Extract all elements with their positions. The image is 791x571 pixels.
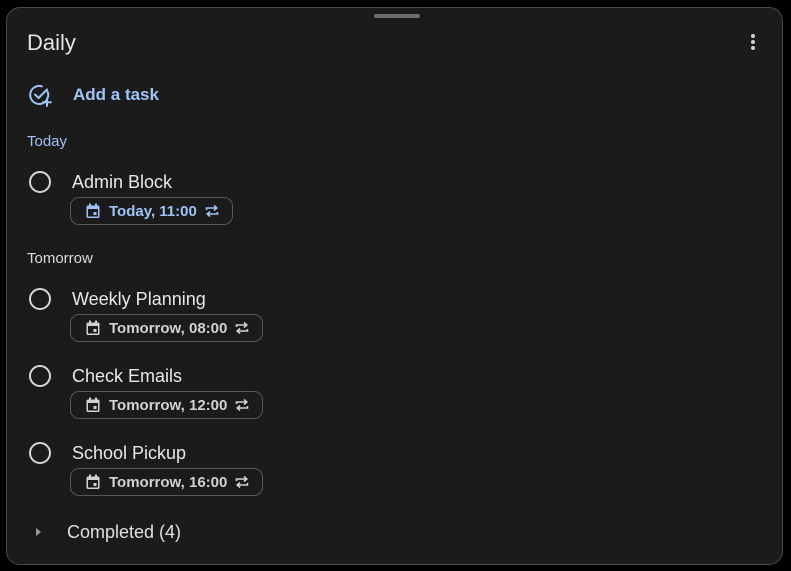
task-complete-checkbox[interactable] (29, 288, 51, 310)
due-date-label: Tomorrow, 08:00 (109, 319, 228, 337)
task-complete-checkbox[interactable] (29, 171, 51, 193)
add-task-button[interactable]: Add a task (27, 81, 159, 109)
task-title[interactable]: Admin Block (72, 171, 172, 193)
due-date-chip[interactable]: Today, 11:00 (70, 197, 233, 225)
due-date-label: Tomorrow, 12:00 (109, 396, 228, 414)
add-task-icon (29, 84, 52, 107)
due-date-chip[interactable]: Tomorrow, 16:00 (70, 468, 264, 496)
task-complete-checkbox[interactable] (29, 365, 51, 387)
tasks-panel: Daily Add a task Today Admin Block Today… (6, 7, 783, 565)
calendar-icon (86, 397, 100, 412)
completed-toggle[interactable]: Completed (4) (27, 520, 181, 544)
calendar-icon (86, 320, 100, 335)
repeat-icon (236, 398, 249, 412)
task-title[interactable]: School Pickup (72, 442, 186, 464)
calendar-icon (86, 474, 100, 489)
caret-right-icon (36, 528, 41, 536)
repeat-icon (236, 321, 249, 335)
repeat-icon (236, 475, 249, 489)
list-title: Daily (27, 30, 76, 55)
due-date-label: Tomorrow, 16:00 (109, 473, 228, 491)
due-date-chip[interactable]: Tomorrow, 12:00 (70, 391, 264, 419)
repeat-icon (205, 204, 219, 218)
more-vert-icon (751, 34, 755, 50)
task-complete-checkbox[interactable] (29, 442, 51, 464)
drag-handle[interactable] (374, 14, 420, 18)
task-title[interactable]: Weekly Planning (72, 288, 206, 310)
due-date-chip[interactable]: Tomorrow, 08:00 (70, 314, 264, 342)
completed-label: Completed (4) (67, 521, 182, 542)
due-date-label: Today, 11:00 (109, 202, 197, 220)
section-header-tomorrow: Tomorrow (27, 250, 93, 267)
add-task-label: Add a task (73, 85, 159, 104)
more-options-button[interactable] (743, 30, 763, 54)
task-title[interactable]: Check Emails (72, 365, 182, 387)
section-header-today: Today (27, 133, 68, 150)
calendar-icon (86, 203, 100, 218)
